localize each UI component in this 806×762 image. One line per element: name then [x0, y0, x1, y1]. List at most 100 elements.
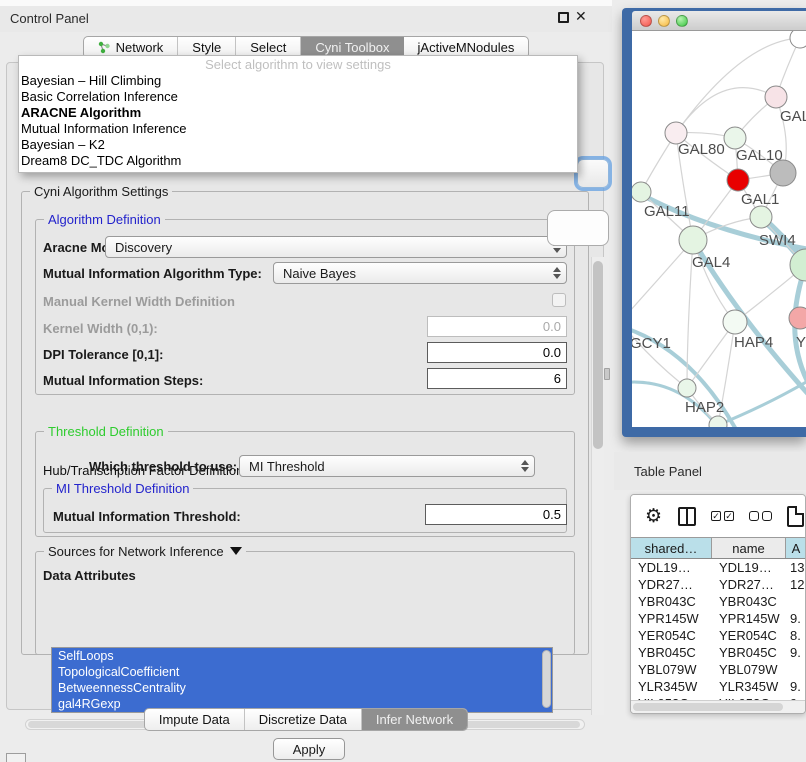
scrollbar-thumb[interactable]: [593, 261, 603, 449]
bottom-left-partial-button[interactable]: [6, 753, 26, 762]
settings-vertical-scrollbar[interactable]: [591, 257, 604, 715]
dropdown-item[interactable]: ARACNE Algorithm: [19, 105, 577, 121]
mi-steps-label: Mutual Information Steps:: [43, 373, 203, 388]
kernel-width-input[interactable]: [427, 316, 567, 337]
table-cell: YBR045C: [712, 644, 786, 661]
network-window-titlebar: [632, 11, 806, 31]
table-cell: YBR045C: [631, 644, 712, 661]
dropdown-prompt: Select algorithm to view settings: [19, 56, 577, 73]
mi-algorithm-type-label: Mutual Information Algorithm Type:: [43, 266, 262, 281]
table-cell: 12: [786, 576, 806, 593]
splitpane-handle[interactable]: [604, 368, 610, 380]
select-all-checkboxes-icon[interactable]: ✓✓: [711, 511, 734, 521]
mi-algorithm-type-combobox[interactable]: Naive Bayes: [273, 262, 567, 284]
deselect-all-checkboxes-icon[interactable]: [749, 511, 772, 521]
bottom-tab-infer-network[interactable]: Infer Network: [362, 709, 467, 730]
aracne-mode-combobox[interactable]: Discovery: [105, 236, 567, 258]
inference-algorithm-combobox-partial[interactable]: [577, 159, 609, 188]
network-node-hap4[interactable]: [723, 310, 747, 334]
mi-threshold-label: Mutual Information Threshold:: [53, 509, 241, 524]
table-horizontal-scrollbar[interactable]: [631, 700, 805, 713]
apply-button[interactable]: Apply: [273, 738, 345, 760]
mi-threshold-input[interactable]: [425, 504, 567, 525]
dropdown-item[interactable]: Basic Correlation Inference: [19, 89, 577, 105]
dropdown-item[interactable]: Bayesian – Hill Climbing: [19, 73, 577, 89]
dropdown-item[interactable]: Bayesian – K2: [19, 137, 577, 153]
bottom-tab-discretize-data[interactable]: Discretize Data: [245, 709, 362, 730]
expanded-arrow-icon: [230, 547, 242, 555]
minimize-traffic-light-icon[interactable]: [658, 15, 670, 27]
table-row[interactable]: YDR27…YDR27…12: [631, 576, 805, 593]
table-row[interactable]: YPR145WYPR145W9.: [631, 610, 805, 627]
node-label: Y: [796, 334, 806, 351]
scrollbar-thumb[interactable]: [633, 703, 783, 711]
table-row[interactable]: YBR045CYBR045C9.: [631, 644, 805, 661]
node-label: HAP4: [734, 334, 773, 351]
network-node-gal1[interactable]: [727, 169, 749, 191]
table-cell: 9.: [786, 678, 806, 695]
float-window-icon[interactable]: [558, 12, 569, 23]
control-panel-title: Control Panel: [10, 11, 89, 26]
dropdown-item[interactable]: Dream8 DC_TDC Algorithm: [19, 153, 577, 169]
zoom-traffic-light-icon[interactable]: [676, 15, 688, 27]
which-threshold-value: MI Threshold: [249, 459, 325, 474]
spinner-arrows-icon: [521, 460, 529, 472]
network-node-y[interactable]: [789, 307, 806, 329]
bottom-tab-impute-data[interactable]: Impute Data: [145, 709, 245, 730]
table-toolbar: ⚙ ✓✓: [631, 495, 805, 537]
column-header[interactable]: name: [712, 538, 786, 558]
which-threshold-combobox[interactable]: MI Threshold: [239, 455, 535, 477]
close-icon[interactable]: ✕: [575, 8, 587, 25]
manual-kernel-width-checkbox[interactable]: [552, 293, 566, 307]
table-panel-window: ⚙ ✓✓ shared…nameAYDL19…YDL19…13YDR27…YDR…: [630, 494, 806, 714]
network-edge[interactable]: [632, 240, 693, 322]
node-label: GAL4: [692, 254, 730, 271]
columns-icon[interactable]: [678, 507, 696, 526]
network-node-gal10[interactable]: [724, 127, 746, 149]
control-panel-titlebar: [0, 6, 612, 32]
gear-icon[interactable]: ⚙: [645, 507, 662, 526]
table-cell: YPR145W: [712, 610, 786, 627]
network-view-window: GALGAL80GAL10GAL1SWI4GAL11GAL4GCY1HAP4YH…: [622, 8, 806, 437]
table-row[interactable]: YBR043CYBR043C: [631, 593, 805, 610]
node-label: GAL: [780, 108, 806, 125]
network-canvas[interactable]: GALGAL80GAL10GAL1SWI4GAL11GAL4GCY1HAP4YH…: [632, 31, 806, 427]
tab-label: Cyni Toolbox: [315, 40, 389, 55]
sources-legend[interactable]: Sources for Network Inference: [44, 544, 246, 559]
table-header-row: shared…nameA: [631, 537, 805, 559]
table-row[interactable]: YBL079WYBL079W: [631, 661, 805, 678]
network-node-swi4[interactable]: [750, 206, 772, 228]
data-table-box-partial: [547, 210, 609, 246]
close-traffic-light-icon[interactable]: [640, 15, 652, 27]
attribute-list-item[interactable]: BetweennessCentrality: [52, 680, 552, 696]
network-tab-icon: [98, 41, 111, 54]
list-scrollbar[interactable]: [542, 650, 551, 708]
network-node-gal11[interactable]: [632, 182, 651, 202]
document-icon[interactable]: [787, 506, 804, 527]
table-cell: YER054C: [631, 627, 712, 644]
node-table[interactable]: shared…nameAYDL19…YDL19…13YDR27…YDR27…12…: [631, 537, 805, 712]
column-header[interactable]: A: [786, 538, 806, 558]
network-node-hap2[interactable]: [678, 379, 696, 397]
sources-group: Sources for Network Inference: [35, 551, 575, 655]
attribute-list-item[interactable]: TopologicalCoefficient: [52, 664, 552, 680]
data-attributes-list[interactable]: SelfLoopsTopologicalCoefficientBetweenne…: [51, 647, 553, 713]
threshold-definition-legend: Threshold Definition: [44, 424, 168, 439]
table-row[interactable]: YER054CYER054C8.: [631, 627, 805, 644]
table-row[interactable]: YLR345WYLR345W9.: [631, 678, 805, 695]
table-cell: 9.: [786, 644, 806, 661]
mi-steps-input[interactable]: [427, 368, 567, 389]
table-row[interactable]: YDL19…YDL19…13: [631, 559, 805, 576]
table-cell: [786, 593, 806, 610]
network-node[interactable]: [790, 31, 806, 48]
node-label: GAL1: [741, 191, 779, 208]
table-cell: YLR345W: [631, 678, 712, 695]
column-header[interactable]: shared…: [631, 538, 712, 558]
network-node-gal4[interactable]: [679, 226, 707, 254]
attribute-list-item[interactable]: SelfLoops: [52, 648, 552, 664]
table-cell: YBL079W: [712, 661, 786, 678]
mi-algorithm-type-value: Naive Bayes: [283, 266, 356, 281]
network-node-gal[interactable]: [765, 86, 787, 108]
dropdown-item[interactable]: Mutual Information Inference: [19, 121, 577, 137]
dpi-tolerance-input[interactable]: [427, 342, 567, 363]
